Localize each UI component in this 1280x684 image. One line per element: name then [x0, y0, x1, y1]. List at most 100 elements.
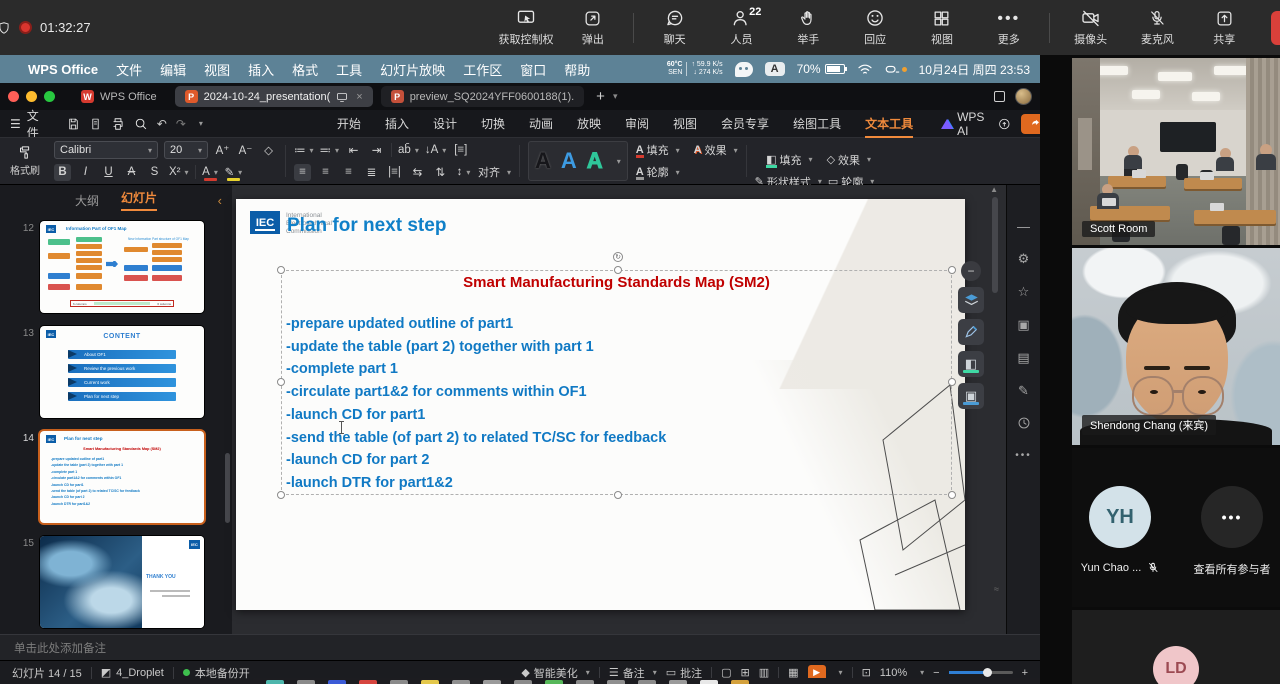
wechat-icon[interactable]: [735, 62, 753, 77]
resize-handle-e[interactable]: [948, 378, 956, 386]
ribbon-tab-slideshow[interactable]: 放映: [577, 111, 601, 136]
history-icon[interactable]: [1017, 416, 1031, 433]
superscript-button[interactable]: X²▾: [169, 164, 189, 181]
ribbon-tab-animation[interactable]: 动画: [529, 111, 553, 136]
increase-font-icon[interactable]: A⁺: [214, 142, 231, 159]
strikethrough-button[interactable]: A: [123, 164, 140, 181]
menu-help[interactable]: 帮助: [564, 60, 590, 79]
slide-editor[interactable]: IEC International Electrotechnical Commi…: [236, 199, 965, 610]
layers-icon[interactable]: ▣: [1017, 317, 1029, 333]
slide-bullets[interactable]: -prepare updated outline of part1 -updat…: [286, 313, 666, 495]
view-button[interactable]: 视图: [912, 8, 973, 47]
camera-button[interactable]: 摄像头: [1060, 8, 1121, 47]
minimize-window-button[interactable]: [26, 91, 37, 102]
restore-window-icon[interactable]: [994, 91, 1005, 102]
collapse-tools-button[interactable]: −: [961, 261, 981, 281]
distribute-text-icon[interactable]: [≡]: [452, 142, 469, 159]
ribbon-tab-transition[interactable]: 切换: [481, 111, 505, 136]
text-outline-button[interactable]: A轮廓▾: [636, 164, 680, 180]
gallery-caret[interactable]: ▾: [617, 157, 621, 166]
more-tools-icon[interactable]: •••: [1015, 450, 1032, 461]
clear-format-icon[interactable]: ◇: [260, 142, 277, 159]
column-spacing-icon[interactable]: ⇆: [409, 164, 426, 181]
new-tab-button[interactable]: +: [596, 88, 605, 105]
decrease-indent-icon[interactable]: ⇤: [345, 142, 362, 159]
ribbon-tab-insert[interactable]: 插入: [385, 111, 409, 136]
highlight-color-button[interactable]: ✎▾: [225, 164, 243, 181]
print-icon[interactable]: [111, 117, 125, 131]
collapse-panel-icon[interactable]: —: [1017, 219, 1030, 234]
save-icon[interactable]: [67, 117, 80, 131]
zoom-slider-knob[interactable]: [983, 668, 992, 677]
menu-file[interactable]: 文件: [116, 60, 142, 79]
underline-button[interactable]: U: [100, 164, 117, 181]
microphone-button[interactable]: 麦克风: [1127, 8, 1188, 47]
tab-current-presentation[interactable]: P 2024-10-24_presentation( ×: [175, 86, 373, 107]
decrease-font-icon[interactable]: A⁻: [237, 142, 254, 159]
text-style-plain[interactable]: A: [535, 150, 551, 172]
macos-app-name[interactable]: WPS Office: [28, 62, 98, 77]
participants-button[interactable]: 22 人员: [711, 8, 772, 47]
fill-color-button[interactable]: ◧: [958, 351, 984, 377]
ribbon-tab-design[interactable]: 设计: [433, 111, 457, 136]
layer-order-button[interactable]: [958, 287, 984, 313]
font-color-button[interactable]: A▾: [202, 164, 219, 181]
align-center-icon[interactable]: ≡: [317, 164, 334, 181]
tab-preview-document[interactable]: P preview_SQ2024YFF0600188(1).: [381, 86, 584, 107]
print-preview-icon[interactable]: [134, 117, 148, 131]
more-button[interactable]: ••• 更多: [978, 8, 1039, 47]
text-rotate-button[interactable]: ↓A▾: [425, 142, 446, 159]
ribbon-tab-view[interactable]: 视图: [673, 111, 697, 136]
maximize-window-button[interactable]: [44, 91, 55, 102]
align-right-icon[interactable]: ≡: [340, 164, 357, 181]
account-avatar[interactable]: [1015, 88, 1032, 105]
menu-tools[interactable]: 工具: [336, 60, 362, 79]
distribute-icon[interactable]: |≡|: [386, 164, 403, 181]
frame-style-button[interactable]: ▣: [958, 383, 984, 409]
zoom-in-button[interactable]: +: [1022, 667, 1028, 679]
quick-style-pen-button[interactable]: [958, 319, 984, 345]
tab-list-caret[interactable]: ▾: [613, 91, 618, 102]
cloud-sync-icon[interactable]: [998, 116, 1011, 132]
properties-icon[interactable]: ⚙: [1018, 251, 1030, 267]
close-tab-icon[interactable]: ×: [356, 91, 362, 103]
text-style-gallery[interactable]: A A A ▾: [528, 141, 628, 181]
tools-icon[interactable]: ✎: [1018, 383, 1029, 399]
zoom-slider[interactable]: [949, 671, 1013, 674]
menu-edit[interactable]: 编辑: [160, 60, 186, 79]
numbered-list-button[interactable]: ≕▾: [320, 142, 340, 159]
rotate-handle[interactable]: ↻: [613, 252, 623, 262]
theme-button[interactable]: ◩ 4_Droplet: [101, 666, 164, 679]
macos-dock-sliver[interactable]: [250, 678, 1050, 684]
menu-workspace[interactable]: 工作区: [463, 60, 502, 79]
menu-slideshow[interactable]: 幻灯片放映: [380, 60, 445, 79]
slide-thumbnail-12[interactable]: IEC Information Part of OF1 Map New Info…: [40, 221, 204, 313]
line-spacing-button[interactable]: ↕▾: [455, 164, 472, 181]
slide-title[interactable]: Plan for next step: [287, 215, 446, 237]
bold-button[interactable]: B: [54, 164, 71, 181]
font-size-select[interactable]: 20▾: [164, 141, 208, 159]
text-style-outline[interactable]: A: [587, 150, 603, 172]
close-window-button[interactable]: [8, 91, 19, 102]
file-menu[interactable]: ☰ 文件: [10, 107, 39, 141]
macos-clock[interactable]: 10月24日 周四 23:53: [919, 61, 1030, 78]
row-spacing-icon[interactable]: ⇅: [432, 164, 449, 181]
leave-meeting-button[interactable]: 离开: [1271, 11, 1280, 45]
slide-thumbnail-14-selected[interactable]: IEC Plan for next step Smart Manufacturi…: [40, 431, 204, 523]
slide-thumbnail-13[interactable]: IEC CONTENT About OF1 Review the previou…: [40, 326, 204, 418]
notes-bar[interactable]: 单击此处添加备注: [0, 634, 1040, 660]
participant-yun-chao[interactable]: YH Yun Chao ...: [1077, 486, 1163, 577]
scroll-up-icon[interactable]: ▲: [990, 185, 998, 194]
quick-access-caret[interactable]: ▾: [199, 119, 203, 128]
canvas-scrollbar[interactable]: [992, 197, 998, 293]
zoom-out-button[interactable]: −: [933, 667, 939, 679]
text-effect-button[interactable]: A效果▾: [694, 142, 738, 158]
favorites-icon[interactable]: ☆: [1018, 284, 1030, 300]
increase-indent-icon[interactable]: ⇥: [368, 142, 385, 159]
resize-handle-ne[interactable]: [948, 266, 956, 274]
ribbon-tab-home[interactable]: 开始: [337, 111, 361, 136]
undo-icon[interactable]: ↶: [157, 117, 167, 131]
menu-format[interactable]: 格式: [292, 60, 318, 79]
text-style-blue[interactable]: A: [561, 150, 577, 172]
shadow-button[interactable]: S: [146, 164, 163, 181]
